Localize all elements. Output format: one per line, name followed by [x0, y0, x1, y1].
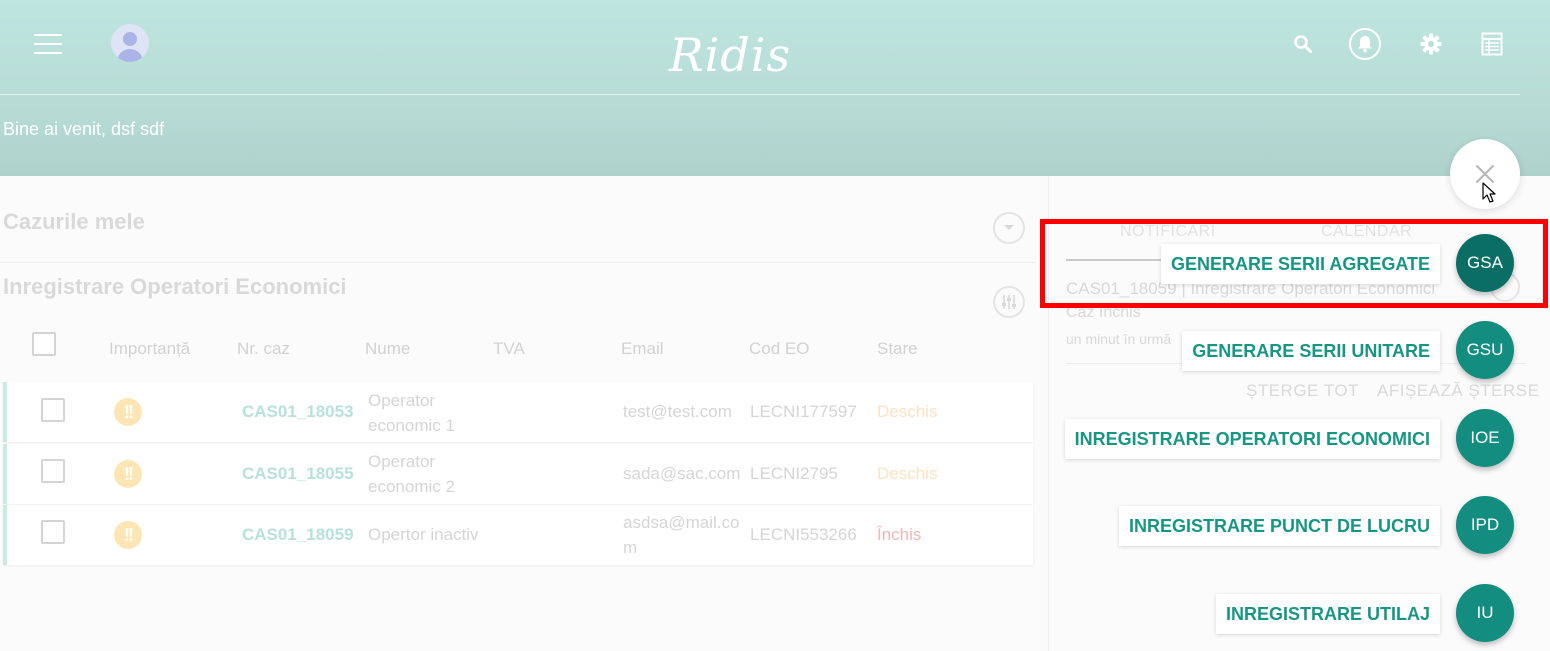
app-logo: Ridis — [668, 28, 792, 82]
cases-section: Cazurile mele Inregistrare Operatori Eco… — [0, 176, 1040, 651]
app-header: Ridis Bine ai venit, dsf sdf — [0, 0, 1550, 176]
case-code: LECNI553266 — [750, 525, 857, 544]
row-checkbox[interactable] — [41, 459, 65, 483]
column-header-name[interactable]: Nume — [365, 339, 410, 359]
priority-icon: !! — [114, 398, 142, 426]
speed-dial-gsa-button[interactable]: GSA — [1456, 234, 1514, 292]
column-header-importance[interactable]: Importanță — [109, 339, 190, 359]
welcome-message: Bine ai venit, dsf sdf — [3, 119, 165, 139]
table-row[interactable]: !! CAS01_18055 Operator economic 2 sada@… — [3, 444, 1033, 504]
speed-dial-label-iu[interactable]: INREGISTRARE UTILAJ — [1215, 594, 1440, 634]
case-name: Operator economic 2 — [368, 452, 455, 496]
column-header-status[interactable]: Stare — [877, 339, 918, 359]
speed-dial-label-gsa[interactable]: GENERARE SERII AGREGATE — [1160, 244, 1440, 284]
speed-dial-gsu-button[interactable]: GSU — [1456, 321, 1514, 379]
search-icon[interactable] — [1287, 28, 1319, 60]
sliders-icon — [1002, 295, 1016, 309]
case-number-link[interactable]: CAS01_18053 — [242, 399, 354, 424]
case-name: Opertor inactiv — [368, 525, 479, 544]
case-code: LECNI2795 — [750, 464, 838, 483]
row-checkbox[interactable] — [41, 520, 65, 544]
case-status: Deschis — [877, 402, 938, 421]
select-all-checkbox[interactable] — [32, 332, 56, 356]
expand-button[interactable] — [993, 212, 1025, 244]
tab-notifications[interactable]: NOTIFICĂRI — [1120, 223, 1216, 241]
case-status: Deschis — [877, 464, 938, 483]
case-email: sada@sac.com — [623, 464, 741, 483]
speed-dial-ioe-button[interactable]: IOE — [1456, 409, 1514, 467]
close-icon — [1476, 165, 1494, 183]
speed-dial-ipd-button[interactable]: IPD — [1456, 496, 1514, 554]
clear-all-button[interactable]: ȘTERGE TOT — [1246, 381, 1359, 401]
table-icon[interactable] — [1476, 28, 1508, 60]
notification-time: un minut în urmă — [1066, 331, 1172, 347]
row-checkbox[interactable] — [41, 398, 65, 422]
case-email: asdsa@mail.com — [623, 513, 740, 557]
case-name: Operator economic 1 — [368, 391, 455, 435]
priority-icon: !! — [114, 521, 142, 549]
column-header-case-no[interactable]: Nr. caz — [237, 339, 290, 359]
notification-status: Caz închis — [1066, 304, 1141, 321]
speed-dial-iu-button[interactable]: IU — [1456, 584, 1514, 642]
speed-dial-label-ipd[interactable]: INREGISTRARE PUNCT DE LUCRU — [1118, 506, 1440, 546]
case-number-link[interactable]: CAS01_18055 — [242, 461, 354, 486]
case-number-link[interactable]: CAS01_18059 — [242, 522, 354, 547]
column-header-tva[interactable]: TVA — [493, 339, 525, 359]
column-header-email[interactable]: Email — [621, 339, 664, 359]
case-status: Închis — [877, 525, 922, 544]
speed-dial-label-ioe[interactable]: INREGISTRARE OPERATORI ECONOMICI — [1064, 419, 1440, 459]
show-deleted-button[interactable]: AFIȘEAZĂ ȘTERSE — [1377, 381, 1539, 401]
table-title: Inregistrare Operatori Economici — [3, 274, 347, 299]
tab-calendar[interactable]: CALENDAR — [1321, 223, 1412, 241]
speed-dial-label-gsu[interactable]: GENERARE SERII UNITARE — [1182, 331, 1440, 371]
mouse-cursor-icon — [1482, 182, 1496, 203]
bell-icon[interactable] — [1349, 28, 1381, 60]
case-email: test@test.com — [623, 402, 732, 421]
column-header-code[interactable]: Cod EO — [749, 339, 809, 359]
section-divider — [0, 262, 1035, 263]
table-row[interactable]: !! CAS01_18053 Operator economic 1 test@… — [3, 382, 1033, 442]
case-code: LECNI177597 — [750, 402, 857, 421]
table-row[interactable]: !! CAS01_18059 Opertor inactiv asdsa@mai… — [3, 505, 1033, 565]
gear-icon[interactable] — [1415, 28, 1447, 60]
cases-title: Cazurile mele — [3, 209, 145, 234]
priority-icon: !! — [114, 460, 142, 488]
header-divider — [0, 94, 1520, 95]
filter-settings-button[interactable] — [993, 286, 1025, 318]
